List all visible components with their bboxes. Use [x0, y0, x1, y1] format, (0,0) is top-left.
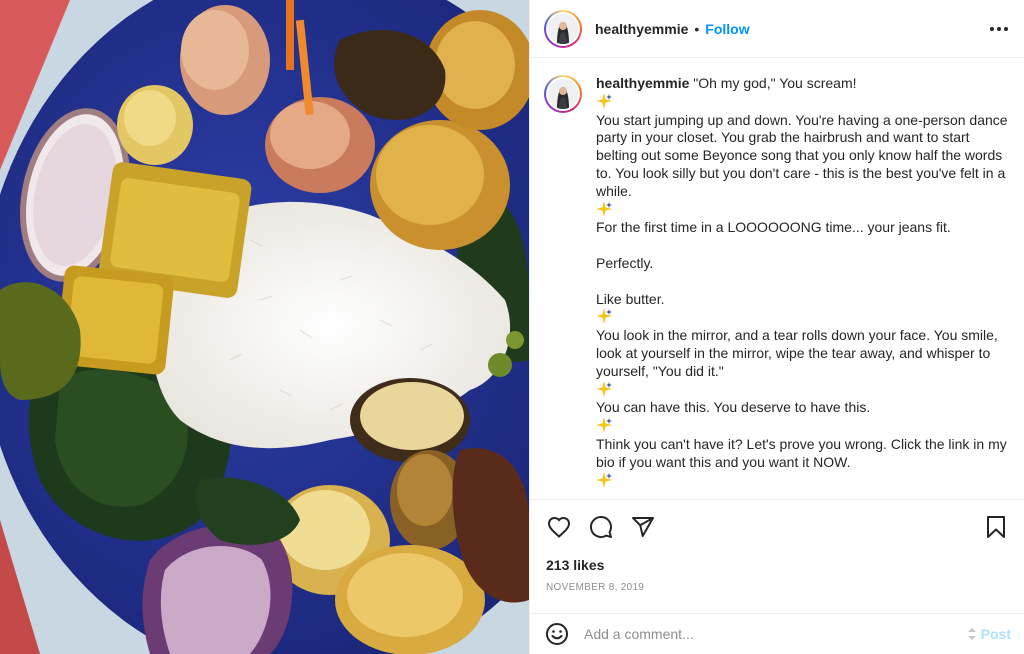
post-author-username[interactable]: healthyemmie [595, 21, 688, 37]
avatar[interactable] [544, 9, 582, 48]
caption-line-14: Think you can't have it? Let's prove you… [596, 435, 1007, 470]
separator-dot: • [694, 20, 700, 37]
paper-plane-icon [632, 517, 654, 537]
sparkle-line [596, 308, 1011, 327]
sparkle-line [596, 92, 1011, 112]
like-button[interactable] [546, 514, 572, 540]
caption-line-5 [596, 237, 1011, 255]
post-details-panel: healthyemmie • Follow healthyemmie "Oh m… [529, 0, 1024, 654]
caption-line-2: You start jumping up and down. You're ha… [596, 111, 1008, 199]
caption-section: healthyemmie "Oh my god," You scream! Yo… [530, 59, 1024, 499]
sparkle-icon [596, 200, 612, 217]
post-date[interactable]: NOVEMBER 8, 2019 [546, 582, 644, 593]
post-photo[interactable] [0, 0, 529, 654]
post-header: healthyemmie • Follow [530, 0, 1024, 58]
follow-button[interactable]: Follow [705, 21, 749, 37]
share-button[interactable] [630, 514, 656, 540]
sparkle-icon [596, 380, 612, 397]
caption-line-4: For the first time in a LOOOOOONG time..… [596, 219, 951, 236]
action-icons [546, 514, 656, 540]
comment-bubble-icon [590, 516, 612, 538]
caption-line-0: "Oh my god," You scream! [693, 75, 857, 91]
caption-line-7 [596, 273, 1011, 291]
caption-text: healthyemmie "Oh my god," You scream! Yo… [596, 75, 1011, 499]
post-label: Post [980, 626, 1011, 642]
sparkle-line [596, 380, 1011, 400]
caption-avatar[interactable] [544, 75, 582, 113]
smiley-icon [546, 623, 568, 645]
caption-lines: You start jumping up and down. You're ha… [596, 92, 1011, 491]
post-comment-button[interactable]: Post [967, 626, 1011, 642]
caption-username[interactable]: healthyemmie [596, 75, 689, 91]
ellipsis-icon [990, 26, 1008, 31]
caption-line-10: You look in the mirror, and a tear rolls… [596, 327, 998, 379]
caption-line-6: Perfectly. [596, 254, 654, 271]
emoji-button[interactable] [544, 621, 570, 647]
food-bowl-image [0, 0, 529, 654]
comment-bar: Post [530, 613, 1024, 654]
caption-profile-photo [548, 79, 578, 109]
heart-icon [547, 516, 571, 538]
sparkle-line [596, 417, 1011, 436]
likes-count[interactable]: 213 likes [546, 557, 604, 573]
sparkle-icon [596, 92, 612, 109]
sparkle-icon [596, 471, 612, 488]
caption-line-8: Like butter. [596, 290, 665, 307]
sparkle-line [596, 200, 1011, 220]
caption-line-12: You can have this. You deserve to have t… [596, 399, 871, 416]
sparkle-line [596, 471, 1011, 491]
actions-section: 213 likes NOVEMBER 8, 2019 Post [530, 499, 1024, 649]
profile-photo [548, 13, 578, 44]
comment-input[interactable] [584, 626, 967, 642]
resize-arrows-icon [967, 628, 976, 640]
more-options-button[interactable] [987, 17, 1011, 41]
comment-button[interactable] [588, 514, 614, 540]
save-button[interactable] [983, 514, 1009, 540]
sparkle-icon [596, 308, 612, 325]
caption-first-line: healthyemmie "Oh my god," You scream! [596, 75, 1011, 93]
sparkle-icon [596, 417, 612, 434]
bookmark-icon [987, 516, 1005, 538]
